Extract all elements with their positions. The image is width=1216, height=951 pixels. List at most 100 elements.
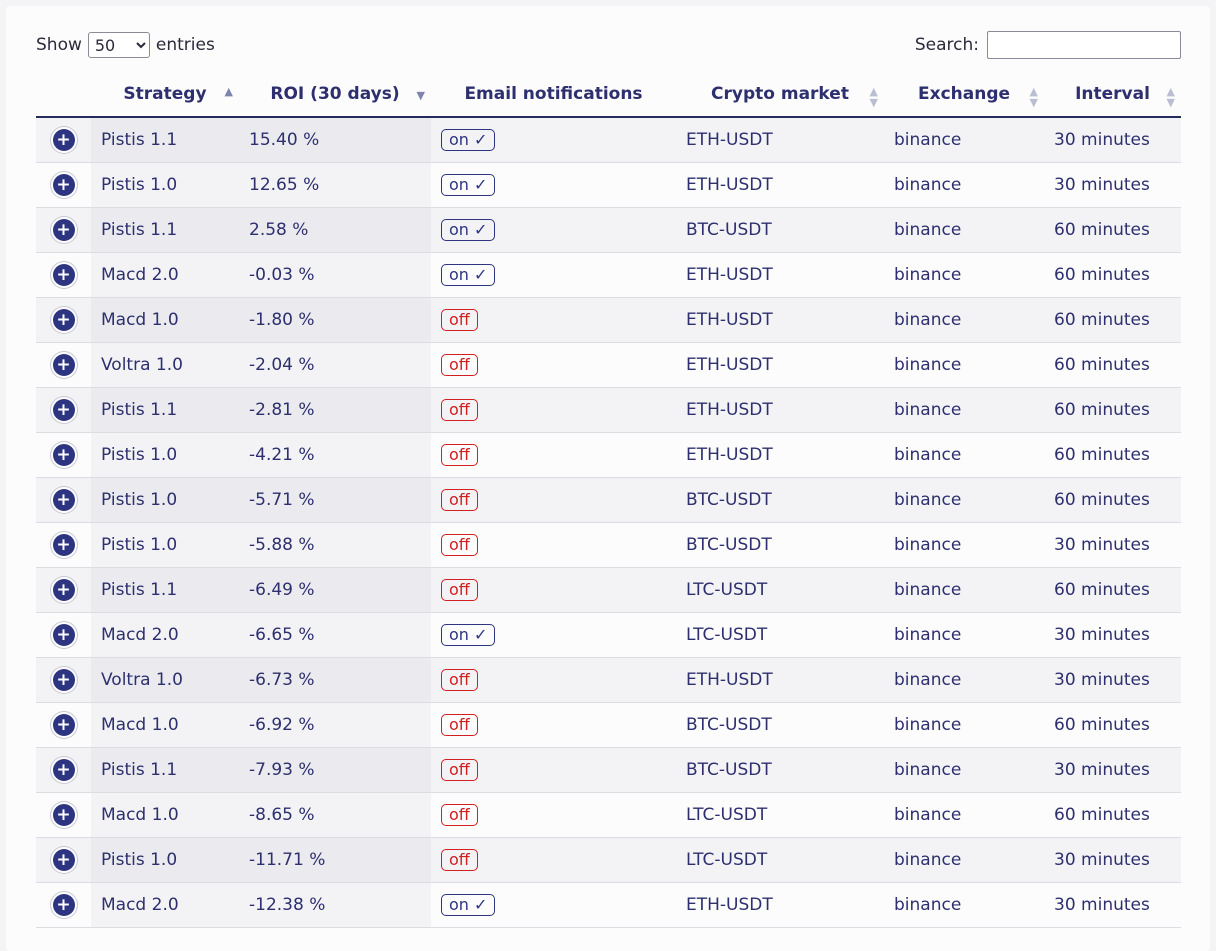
plus-circle-icon[interactable]: +	[52, 849, 75, 871]
email-status-badge[interactable]: off	[441, 759, 478, 781]
table-row[interactable]: + Macd 1.0 -6.92 % off BTC-USDT binance 60 min…	[36, 702, 1181, 748]
column-header-email[interactable]: Email notifications	[431, 72, 676, 118]
interval-cell: 60 minutes	[1044, 207, 1181, 253]
plus-circle-icon[interactable]: +	[52, 129, 75, 151]
search-input[interactable]	[987, 31, 1181, 59]
column-header-roi[interactable]: ROI (30 days) ▼	[239, 72, 431, 118]
email-status-badge[interactable]: off	[441, 669, 478, 691]
table-row[interactable]: + Pistis 1.1 -6.49 % off LTC-USDT binance 60 m…	[36, 567, 1181, 613]
column-header-interval[interactable]: Interval ▲ ▼	[1044, 72, 1181, 118]
roi-cell: -1.80 %	[239, 297, 431, 343]
table-row[interactable]: + Pistis 1.0 12.65 % on ✓ ETH-USDT binance 30 …	[36, 162, 1181, 208]
email-status-badge[interactable]: off	[441, 489, 478, 511]
table-row[interactable]: + Pistis 1.1 15.40 % on ✓ ETH-USDT binance 30 …	[36, 117, 1181, 163]
plus-circle-icon[interactable]: +	[52, 219, 75, 241]
plus-circle-icon[interactable]: +	[52, 669, 75, 691]
entries-label: entries	[155, 35, 215, 55]
email-status-badge[interactable]: off	[441, 849, 478, 871]
expand-cell: +	[36, 342, 91, 388]
email-status-badge[interactable]: on ✓	[441, 219, 496, 241]
plus-circle-icon[interactable]: +	[52, 714, 75, 736]
column-header-market[interactable]: Crypto market ▲ ▼	[676, 72, 884, 118]
table-row[interactable]: + Pistis 1.1 -2.81 % off ETH-USDT binance 60 m…	[36, 387, 1181, 433]
email-status-badge[interactable]: off	[441, 714, 478, 736]
strategy-cell: Pistis 1.0	[91, 477, 239, 523]
plus-circle-icon[interactable]: +	[52, 534, 75, 556]
table-row[interactable]: + Pistis 1.0 -5.88 % off BTC-USDT binance 30 m…	[36, 522, 1181, 568]
expand-cell: +	[36, 657, 91, 703]
email-status-badge[interactable]: off	[441, 579, 478, 601]
email-status-badge[interactable]: off	[441, 399, 478, 421]
table-row[interactable]: + Macd 2.0 -0.03 % on ✓ ETH-USDT binance 60 mi…	[36, 252, 1181, 298]
email-status-badge[interactable]: on ✓	[441, 174, 496, 196]
email-status-badge[interactable]: on ✓	[441, 624, 496, 646]
expand-cell: +	[36, 792, 91, 838]
plus-circle-icon[interactable]: +	[52, 759, 75, 781]
roi-cell: -6.49 %	[239, 567, 431, 613]
plus-circle-icon[interactable]: +	[52, 444, 75, 466]
email-status-badge[interactable]: off	[441, 354, 478, 376]
table-row[interactable]: + Pistis 1.0 -4.21 % off ETH-USDT binance 60 m…	[36, 432, 1181, 478]
table-row[interactable]: + Pistis 1.1 2.58 % on ✓ BTC-USDT binance 60 m…	[36, 207, 1181, 253]
strategy-cell: Pistis 1.1	[91, 387, 239, 433]
table-row[interactable]: + Macd 2.0 -6.65 % on ✓ LTC-USDT binance 30 mi…	[36, 612, 1181, 658]
table-controls: Show 50 entries Search:	[36, 31, 1181, 61]
plus-circle-icon[interactable]: +	[52, 579, 75, 601]
plus-circle-icon[interactable]: +	[52, 489, 75, 511]
column-header-expand	[36, 72, 91, 118]
table-row[interactable]: + Pistis 1.0 -5.71 % off BTC-USDT binance 60 m…	[36, 477, 1181, 523]
column-header-exchange[interactable]: Exchange ▲ ▼	[884, 72, 1044, 118]
table-row[interactable]: + Pistis 1.1 -7.93 % off BTC-USDT binance 30 m…	[36, 747, 1181, 793]
strategy-cell: Pistis 1.1	[91, 747, 239, 793]
market-cell: LTC-USDT	[676, 612, 884, 658]
strategy-cell: Macd 2.0	[91, 882, 239, 928]
email-cell: off	[431, 657, 676, 703]
interval-cell: 60 minutes	[1044, 252, 1181, 298]
plus-circle-icon[interactable]: +	[52, 804, 75, 826]
plus-circle-icon[interactable]: +	[52, 264, 75, 286]
email-status-badge[interactable]: off	[441, 534, 478, 556]
table-row[interactable]: + Pistis 1.0 -11.71 % off LTC-USDT binance 30 …	[36, 837, 1181, 883]
strategy-cell: Pistis 1.0	[91, 522, 239, 568]
email-status-badge[interactable]: on ✓	[441, 129, 496, 151]
table-row[interactable]: + Voltra 1.0 -6.73 % off ETH-USDT binance 30 m…	[36, 657, 1181, 703]
email-cell: off	[431, 567, 676, 613]
email-cell: on ✓	[431, 162, 676, 208]
market-cell: BTC-USDT	[676, 702, 884, 748]
email-status-badge[interactable]: off	[441, 309, 478, 331]
plus-circle-icon[interactable]: +	[52, 309, 75, 331]
sort-both-icon: ▲ ▼	[1029, 85, 1038, 109]
email-cell: off	[431, 477, 676, 523]
strategy-cell: Pistis 1.0	[91, 162, 239, 208]
table-row[interactable]: + Voltra 1.0 -2.04 % off ETH-USDT binance 60 m…	[36, 342, 1181, 388]
table-row[interactable]: + Macd 1.0 -8.65 % off LTC-USDT binance 60 min…	[36, 792, 1181, 838]
email-status-badge[interactable]: on ✓	[441, 894, 496, 916]
email-cell: on ✓	[431, 882, 676, 928]
expand-cell: +	[36, 747, 91, 793]
strategy-cell: Macd 1.0	[91, 792, 239, 838]
plus-circle-icon[interactable]: +	[52, 894, 75, 916]
interval-cell: 60 minutes	[1044, 792, 1181, 838]
column-header-strategy[interactable]: Strategy ▲	[91, 72, 239, 118]
plus-circle-icon[interactable]: +	[52, 354, 75, 376]
exchange-cell: binance	[884, 342, 1044, 388]
market-cell: ETH-USDT	[676, 342, 884, 388]
market-cell: BTC-USDT	[676, 522, 884, 568]
entries-select[interactable]: 50	[87, 32, 150, 58]
plus-circle-icon[interactable]: +	[52, 174, 75, 196]
email-status-badge[interactable]: off	[441, 804, 478, 826]
table-row[interactable]: + Macd 1.0 -1.80 % off ETH-USDT binance 60 min…	[36, 297, 1181, 343]
plus-circle-icon[interactable]: +	[52, 399, 75, 421]
email-status-badge[interactable]: off	[441, 444, 478, 466]
interval-cell: 60 minutes	[1044, 432, 1181, 478]
expand-cell: +	[36, 612, 91, 658]
email-status-badge[interactable]: on ✓	[441, 264, 496, 286]
roi-cell: -0.03 %	[239, 252, 431, 298]
table-row[interactable]: + Macd 2.0 -12.38 % on ✓ ETH-USDT binance 30 m…	[36, 882, 1181, 928]
interval-cell: 30 minutes	[1044, 837, 1181, 883]
email-cell: off	[431, 387, 676, 433]
interval-cell: 60 minutes	[1044, 387, 1181, 433]
email-cell: off	[431, 432, 676, 478]
plus-circle-icon[interactable]: +	[52, 624, 75, 646]
exchange-cell: binance	[884, 387, 1044, 433]
